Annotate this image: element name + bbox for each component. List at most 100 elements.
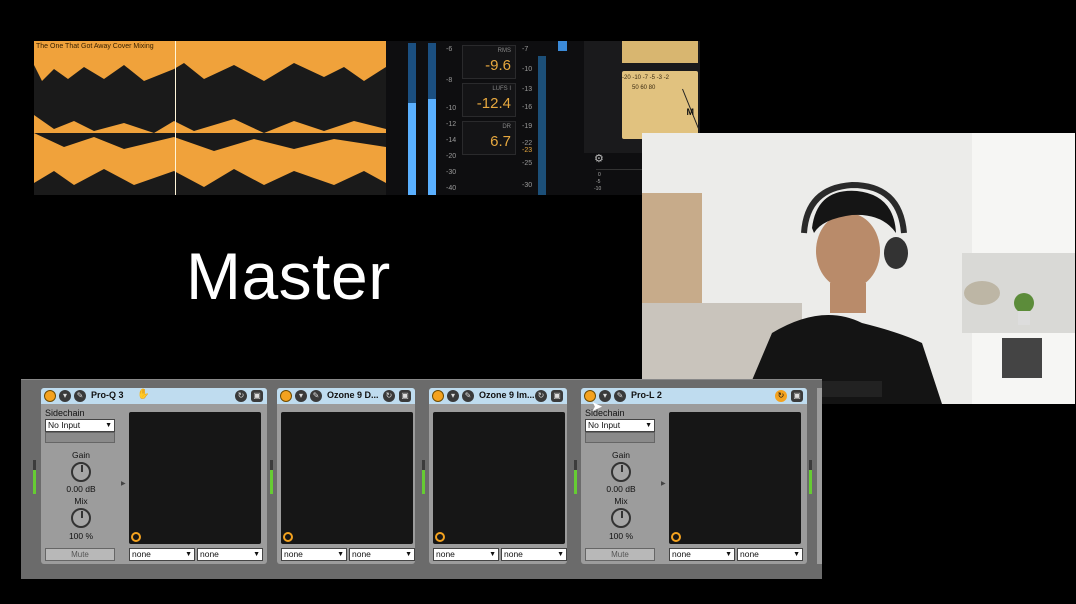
waveform-clip[interactable]: The One That Got Away Cover Mixing xyxy=(34,41,386,195)
device-name: Ozone 9 D... xyxy=(327,390,379,400)
wrench-icon[interactable]: ✎ xyxy=(614,390,626,402)
meter-scale-label: -6 xyxy=(446,46,453,53)
sidechain-select[interactable]: No Input ▼ xyxy=(45,419,115,432)
meter-scale-label: -10 xyxy=(446,105,457,112)
plugin-display[interactable] xyxy=(129,412,261,544)
wrench-icon[interactable]: ✎ xyxy=(462,390,474,402)
hot-swap-icon[interactable]: ↻ xyxy=(383,390,395,402)
device-ozone-9-im[interactable]: ▾ ✎ Ozone 9 Im... ↻ ▣ none ▼ none ▼ xyxy=(429,388,567,564)
playhead[interactable] xyxy=(175,41,176,195)
meter-scale-label: -8 xyxy=(446,77,453,84)
dropdown-arrow-icon: ▼ xyxy=(337,551,344,558)
gain-label: Gain xyxy=(612,450,630,460)
dr-readout: DR 6.7 xyxy=(462,121,516,155)
mix-knob[interactable] xyxy=(71,508,91,528)
plugin-display[interactable] xyxy=(433,412,565,544)
macro-select-1[interactable]: none ▼ xyxy=(669,548,735,561)
device-input-meter xyxy=(809,460,812,494)
expand-arrow-icon[interactable]: ▶ xyxy=(661,480,666,487)
ladder-label: -13 xyxy=(522,86,533,93)
device-power-button[interactable] xyxy=(432,390,444,402)
macro-select-value: none xyxy=(436,549,455,559)
vu-label: M xyxy=(686,107,695,117)
macro-select-value: none xyxy=(352,549,371,559)
device-header[interactable]: ▾ ✎ Ozone 9 Im... ↻ ▣ xyxy=(429,388,567,404)
hot-swap-icon[interactable]: ↻ xyxy=(535,390,547,402)
device-header[interactable]: ▾ ✎ Pro-Q 3 ✋ ↻ ▣ xyxy=(41,388,267,404)
device-chain: ▾ ✎ Pro-Q 3 ✋ ↻ ▣ Sidechain No Input ▼ Ga… xyxy=(21,379,822,579)
save-preset-icon[interactable]: ▣ xyxy=(551,390,563,402)
macro-select-2[interactable]: none ▼ xyxy=(197,548,263,561)
dropdown-arrow-icon: ▼ xyxy=(645,422,652,429)
mouse-cursor-icon: ➤ xyxy=(591,398,603,414)
dropdown-arrow-icon: ▼ xyxy=(185,551,192,558)
wrench-icon[interactable]: ✎ xyxy=(74,390,86,402)
device-header[interactable]: ▾ ✎ Ozone 9 D... ↻ ▣ xyxy=(277,388,415,404)
device-power-button[interactable] xyxy=(44,390,56,402)
meter-scale-label: -20 xyxy=(446,153,457,160)
webcam-image xyxy=(642,133,1075,404)
mute-button[interactable]: Mute xyxy=(585,548,655,561)
rms-value: -9.6 xyxy=(485,57,511,74)
device-pro-q-3[interactable]: ▾ ✎ Pro-Q 3 ✋ ↻ ▣ Sidechain No Input ▼ Ga… xyxy=(41,388,267,564)
sidechain-select[interactable]: No Input ▼ xyxy=(585,419,655,432)
sidechain-source-box[interactable] xyxy=(45,432,115,443)
ladder-label: -10 xyxy=(522,66,533,73)
macro-select-1[interactable]: none ▼ xyxy=(433,548,499,561)
next-device-edge[interactable] xyxy=(817,388,822,564)
meter-scale-label: -40 xyxy=(446,185,457,192)
lufs-readout: LUFS I -12.4 xyxy=(462,83,516,117)
scroll-indicator[interactable] xyxy=(558,41,567,51)
vu-meter-top xyxy=(622,41,698,63)
expand-arrow-icon[interactable]: ▶ xyxy=(121,480,126,487)
fold-icon[interactable]: ▾ xyxy=(59,390,71,402)
dropdown-arrow-icon: ▼ xyxy=(253,551,260,558)
macro-select-1[interactable]: none ▼ xyxy=(129,548,195,561)
mute-button[interactable]: Mute xyxy=(45,548,115,561)
plugin-display[interactable] xyxy=(281,412,413,544)
macro-select-value: none xyxy=(200,549,219,559)
device-pro-l-2[interactable]: ▾ ✎ Pro-L 2 ↻ ▣ Sidechain No Input ▼ Gain… xyxy=(581,388,807,564)
graph-tick: -10 xyxy=(594,186,602,192)
sidechain-value: No Input xyxy=(48,420,81,430)
save-preset-icon[interactable]: ▣ xyxy=(791,390,803,402)
device-ozone-9-d[interactable]: ▾ ✎ Ozone 9 D... ↻ ▣ none ▼ none ▼ xyxy=(277,388,415,564)
macro-select-2[interactable]: none ▼ xyxy=(501,548,567,561)
sidechain-label: Sidechain xyxy=(45,408,85,418)
page-title: Master xyxy=(186,239,391,313)
sidechain-source-box[interactable] xyxy=(585,432,655,443)
gear-icon[interactable]: ⚙ xyxy=(594,152,604,165)
macro-select-1[interactable]: none ▼ xyxy=(281,548,347,561)
device-input-meter xyxy=(574,460,577,494)
plugin-display[interactable] xyxy=(669,412,801,544)
hot-swap-icon[interactable]: ↻ xyxy=(775,390,787,402)
plugin-edit-button[interactable] xyxy=(131,532,141,542)
meter-scale-label: -14 xyxy=(446,137,457,144)
fold-icon[interactable]: ▾ xyxy=(295,390,307,402)
meter-scale-label: -30 xyxy=(446,169,457,176)
macro-select-value: none xyxy=(132,549,151,559)
plugin-edit-button[interactable] xyxy=(671,532,681,542)
device-power-button[interactable] xyxy=(280,390,292,402)
dr-value: 6.7 xyxy=(490,133,511,150)
mix-value: 100 % xyxy=(608,531,634,541)
mix-knob[interactable] xyxy=(611,508,631,528)
device-name: Ozone 9 Im... xyxy=(479,390,535,400)
save-preset-icon[interactable]: ▣ xyxy=(251,390,263,402)
mix-label: Mix xyxy=(74,496,88,506)
wrench-icon[interactable]: ✎ xyxy=(310,390,322,402)
save-preset-icon[interactable]: ▣ xyxy=(399,390,411,402)
device-header[interactable]: ▾ ✎ Pro-L 2 ↻ ▣ xyxy=(581,388,807,404)
macro-select-2[interactable]: none ▼ xyxy=(349,548,415,561)
gain-knob[interactable] xyxy=(71,462,91,482)
ladder-label: -30 xyxy=(522,182,533,189)
macro-select-2[interactable]: none ▼ xyxy=(737,548,803,561)
vu-meter: -20 -10 -7 -5 -3 -2 50 60 80 M xyxy=(622,71,700,139)
ladder-label-highlight: -23 xyxy=(522,147,533,154)
plugin-edit-button[interactable] xyxy=(435,532,445,542)
plugin-edit-button[interactable] xyxy=(283,532,293,542)
fold-icon[interactable]: ▾ xyxy=(447,390,459,402)
gain-knob[interactable] xyxy=(611,462,631,482)
hot-swap-icon[interactable]: ↻ xyxy=(235,390,247,402)
level-meter-left-fill xyxy=(408,103,416,195)
